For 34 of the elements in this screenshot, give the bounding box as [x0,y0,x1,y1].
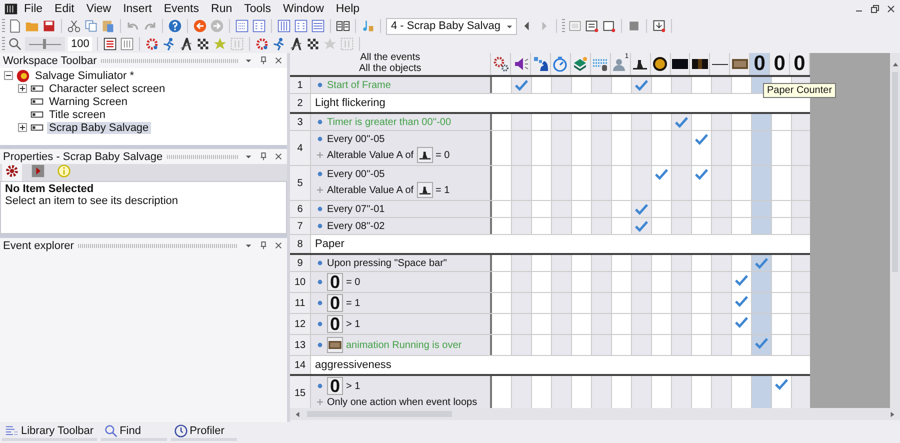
row-number: 6 [290,201,311,217]
header-text: All the events [360,53,420,64]
counter-thumbnail: 0 [327,377,343,395]
counter-digit: 0 [794,53,806,75]
panel-title: Properties - Scrap Baby Salvage [3,150,163,162]
row-number: 4 [290,131,311,165]
row-number: 11 [290,293,311,313]
tooltip: Paper Counter [763,83,836,98]
row-number: 5 [290,166,311,200]
counter-thumbnail: 0 [327,315,343,333]
header-text: All the objects [358,64,422,74]
tab-label: Find [120,425,141,437]
property-heading: No Item Selected [5,183,95,195]
row-number: 13 [290,335,311,355]
row-number: 1 [290,77,311,93]
row-number: 12 [290,314,311,334]
zoom-value: 100 [68,37,92,51]
property-description: Select an item to see its description [5,195,180,207]
panel-title: Event explorer [3,240,74,252]
row-number: 14 [290,356,311,374]
counter-digit: 0 [754,53,766,75]
row-number: 7 [290,218,311,234]
counter-thumbnail: 0 [327,273,343,291]
counter-thumbnail: 0 [327,294,343,312]
counter-digit: 0 [774,53,786,75]
row-number: 8 [290,235,311,253]
row-number: 3 [290,114,311,130]
row-number: 10 [290,272,311,292]
row-number: 9 [290,255,311,271]
tab-label: Profiler [190,425,224,437]
panel-title: Workspace Toolbar [3,54,97,66]
row-number: 2 [290,94,311,112]
tab-label: Library Toolbar [21,425,94,437]
row-number: 15 [290,376,311,408]
